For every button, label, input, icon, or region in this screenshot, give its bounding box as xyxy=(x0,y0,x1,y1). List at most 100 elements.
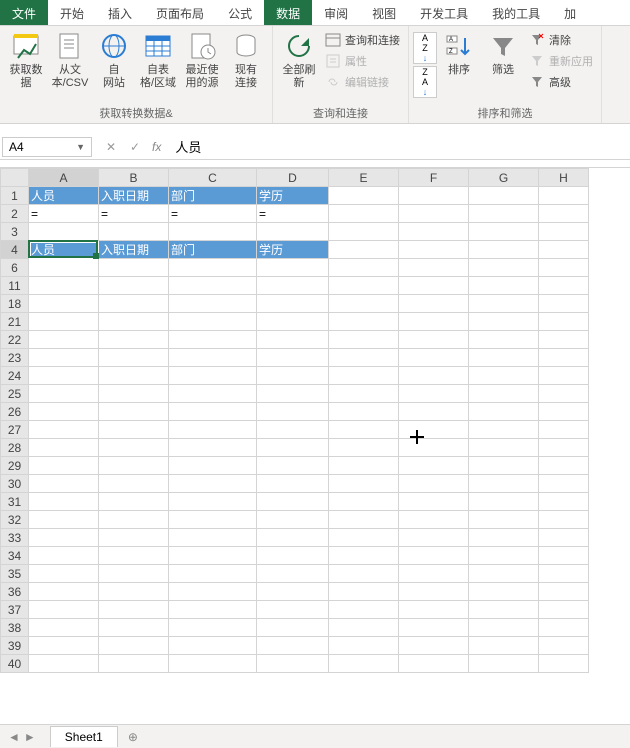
cell-F38[interactable] xyxy=(399,619,469,637)
cell-H26[interactable] xyxy=(539,403,589,421)
row-header-38[interactable]: 38 xyxy=(1,619,29,637)
cell-G26[interactable] xyxy=(469,403,539,421)
cell-D38[interactable] xyxy=(257,619,329,637)
cell-H28[interactable] xyxy=(539,439,589,457)
cell-F24[interactable] xyxy=(399,367,469,385)
cell-G36[interactable] xyxy=(469,583,539,601)
cell-F33[interactable] xyxy=(399,529,469,547)
cell-F25[interactable] xyxy=(399,385,469,403)
cell-A25[interactable] xyxy=(29,385,99,403)
sheet-nav-prev[interactable]: ◄ xyxy=(8,730,20,744)
existing-conn-button[interactable]: 现有 连接 xyxy=(224,28,268,92)
cell-B21[interactable] xyxy=(99,313,169,331)
row-header-21[interactable]: 21 xyxy=(1,313,29,331)
cell-D1[interactable]: 学历 xyxy=(257,187,329,205)
cell-E40[interactable] xyxy=(329,655,399,673)
cell-C21[interactable] xyxy=(169,313,257,331)
cell-B18[interactable] xyxy=(99,295,169,313)
cell-C30[interactable] xyxy=(169,475,257,493)
cell-H31[interactable] xyxy=(539,493,589,511)
cell-G29[interactable] xyxy=(469,457,539,475)
cell-F18[interactable] xyxy=(399,295,469,313)
cell-F35[interactable] xyxy=(399,565,469,583)
cell-D39[interactable] xyxy=(257,637,329,655)
cell-G33[interactable] xyxy=(469,529,539,547)
worksheet-grid[interactable]: ABCDEFGH1人员入职日期部门学历2====34人员入职日期部门学历6111… xyxy=(0,168,630,724)
edit-links-button[interactable]: 编辑链接 xyxy=(321,72,404,92)
cell-D25[interactable] xyxy=(257,385,329,403)
fx-label[interactable]: fx xyxy=(152,140,167,154)
cell-E22[interactable] xyxy=(329,331,399,349)
tab-file[interactable]: 文件 xyxy=(0,0,48,25)
from-table-button[interactable]: 自表 格/区域 xyxy=(136,28,180,92)
cell-C33[interactable] xyxy=(169,529,257,547)
cell-F30[interactable] xyxy=(399,475,469,493)
cell-B31[interactable] xyxy=(99,493,169,511)
cell-E23[interactable] xyxy=(329,349,399,367)
cell-F26[interactable] xyxy=(399,403,469,421)
cell-B33[interactable] xyxy=(99,529,169,547)
cell-D4[interactable]: 学历 xyxy=(257,241,329,259)
cell-A38[interactable] xyxy=(29,619,99,637)
cell-D28[interactable] xyxy=(257,439,329,457)
cell-C39[interactable] xyxy=(169,637,257,655)
cell-A32[interactable] xyxy=(29,511,99,529)
cell-A30[interactable] xyxy=(29,475,99,493)
cell-C35[interactable] xyxy=(169,565,257,583)
cell-D11[interactable] xyxy=(257,277,329,295)
cell-C4[interactable]: 部门 xyxy=(169,241,257,259)
add-sheet-button[interactable]: ⊕ xyxy=(128,730,138,744)
row-header-32[interactable]: 32 xyxy=(1,511,29,529)
row-header-6[interactable]: 6 xyxy=(1,259,29,277)
cell-E29[interactable] xyxy=(329,457,399,475)
cell-D34[interactable] xyxy=(257,547,329,565)
cell-B28[interactable] xyxy=(99,439,169,457)
cell-H25[interactable] xyxy=(539,385,589,403)
cell-B26[interactable] xyxy=(99,403,169,421)
cell-G6[interactable] xyxy=(469,259,539,277)
cell-H6[interactable] xyxy=(539,259,589,277)
row-header-1[interactable]: 1 xyxy=(1,187,29,205)
cell-E36[interactable] xyxy=(329,583,399,601)
cell-F39[interactable] xyxy=(399,637,469,655)
cell-D35[interactable] xyxy=(257,565,329,583)
filter-button[interactable]: 筛选 xyxy=(481,28,525,79)
cell-A27[interactable] xyxy=(29,421,99,439)
cell-E1[interactable] xyxy=(329,187,399,205)
cell-G32[interactable] xyxy=(469,511,539,529)
cell-H27[interactable] xyxy=(539,421,589,439)
cell-E25[interactable] xyxy=(329,385,399,403)
cell-C37[interactable] xyxy=(169,601,257,619)
row-header-28[interactable]: 28 xyxy=(1,439,29,457)
cell-G25[interactable] xyxy=(469,385,539,403)
cell-A29[interactable] xyxy=(29,457,99,475)
cell-H39[interactable] xyxy=(539,637,589,655)
cell-C32[interactable] xyxy=(169,511,257,529)
cell-C31[interactable] xyxy=(169,493,257,511)
row-header-33[interactable]: 33 xyxy=(1,529,29,547)
row-header-24[interactable]: 24 xyxy=(1,367,29,385)
cell-D26[interactable] xyxy=(257,403,329,421)
cell-G22[interactable] xyxy=(469,331,539,349)
cell-A35[interactable] xyxy=(29,565,99,583)
cell-A23[interactable] xyxy=(29,349,99,367)
cell-C2[interactable]: = xyxy=(169,205,257,223)
cell-C6[interactable] xyxy=(169,259,257,277)
tab-pagelayout[interactable]: 页面布局 xyxy=(144,0,216,25)
sort-button[interactable]: AZ 排序 xyxy=(437,28,481,79)
tab-formulas[interactable]: 公式 xyxy=(216,0,264,25)
cell-C28[interactable] xyxy=(169,439,257,457)
cell-A21[interactable] xyxy=(29,313,99,331)
col-header-A[interactable]: A xyxy=(29,169,99,187)
cell-B32[interactable] xyxy=(99,511,169,529)
sheet-nav-next[interactable]: ► xyxy=(24,730,36,744)
cell-C26[interactable] xyxy=(169,403,257,421)
formula-input[interactable] xyxy=(167,137,630,156)
cell-G21[interactable] xyxy=(469,313,539,331)
cell-A36[interactable] xyxy=(29,583,99,601)
cell-H1[interactable] xyxy=(539,187,589,205)
col-header-G[interactable]: G xyxy=(469,169,539,187)
cell-H34[interactable] xyxy=(539,547,589,565)
row-header-30[interactable]: 30 xyxy=(1,475,29,493)
cell-E6[interactable] xyxy=(329,259,399,277)
